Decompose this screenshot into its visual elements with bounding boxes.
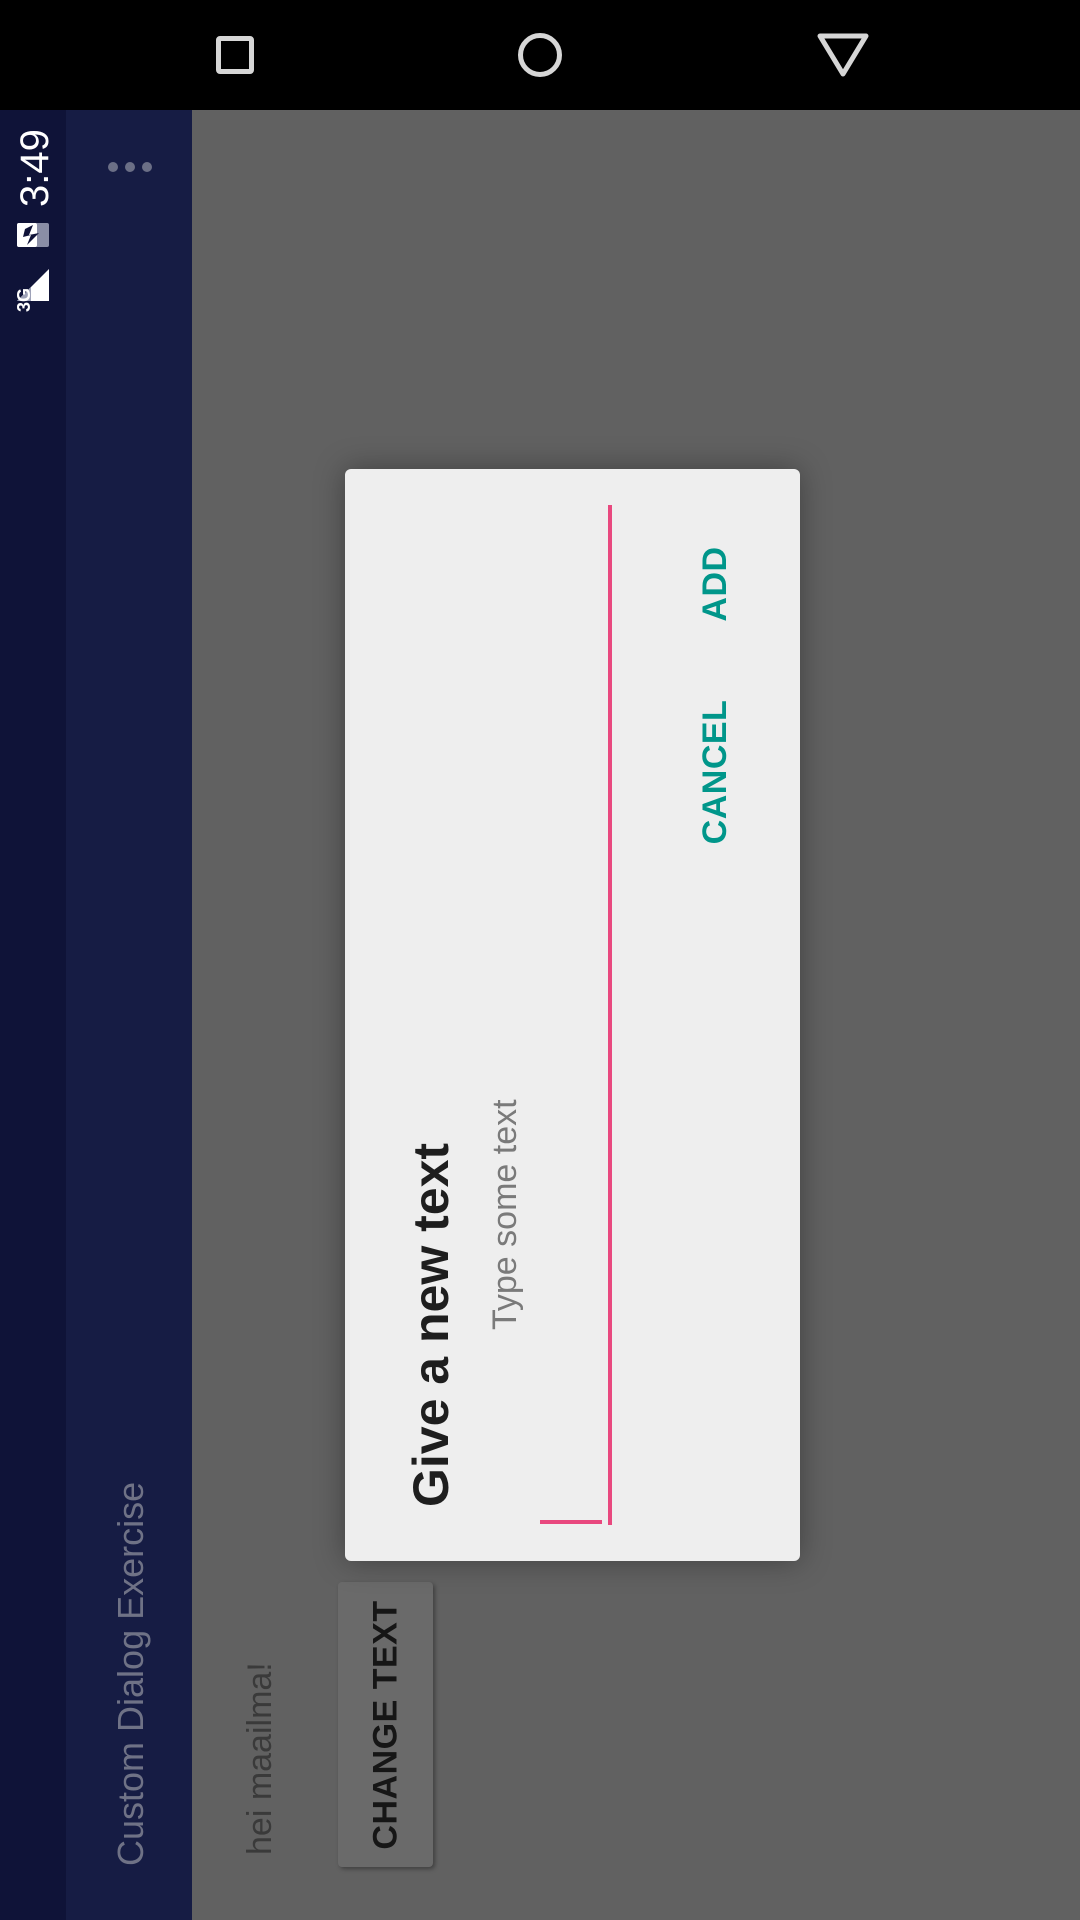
text-input-underline bbox=[608, 505, 612, 1525]
navigation-bar bbox=[0, 0, 1080, 110]
status-time: 3:49 bbox=[13, 129, 57, 207]
recents-button[interactable] bbox=[200, 25, 270, 85]
change-text-button[interactable]: CHANGE TEXT bbox=[338, 1582, 433, 1867]
app-title: Custom Dialog Exercise bbox=[110, 1481, 151, 1866]
message-text: hei maailma! bbox=[241, 1662, 279, 1855]
text-input[interactable]: Type some text bbox=[460, 500, 615, 1545]
network-type: 3G bbox=[14, 288, 34, 313]
change-text-label: CHANGE TEXT bbox=[366, 1599, 405, 1850]
back-icon bbox=[817, 33, 869, 77]
overflow-menu-button[interactable] bbox=[105, 150, 155, 184]
recents-icon bbox=[216, 36, 254, 74]
dialog-title: Give a new text bbox=[403, 1142, 459, 1507]
home-icon bbox=[518, 33, 562, 77]
text-input-placeholder: Type some text bbox=[486, 1099, 524, 1330]
status-bar bbox=[0, 110, 66, 1920]
back-button[interactable] bbox=[808, 25, 878, 85]
home-button[interactable] bbox=[505, 25, 575, 85]
text-input-cursor bbox=[540, 1520, 602, 1524]
battery-icon bbox=[15, 221, 51, 249]
cancel-button[interactable]: CANCEL bbox=[693, 697, 737, 847]
overflow-menu-icon bbox=[105, 150, 155, 184]
add-button[interactable]: ADD bbox=[693, 539, 737, 629]
